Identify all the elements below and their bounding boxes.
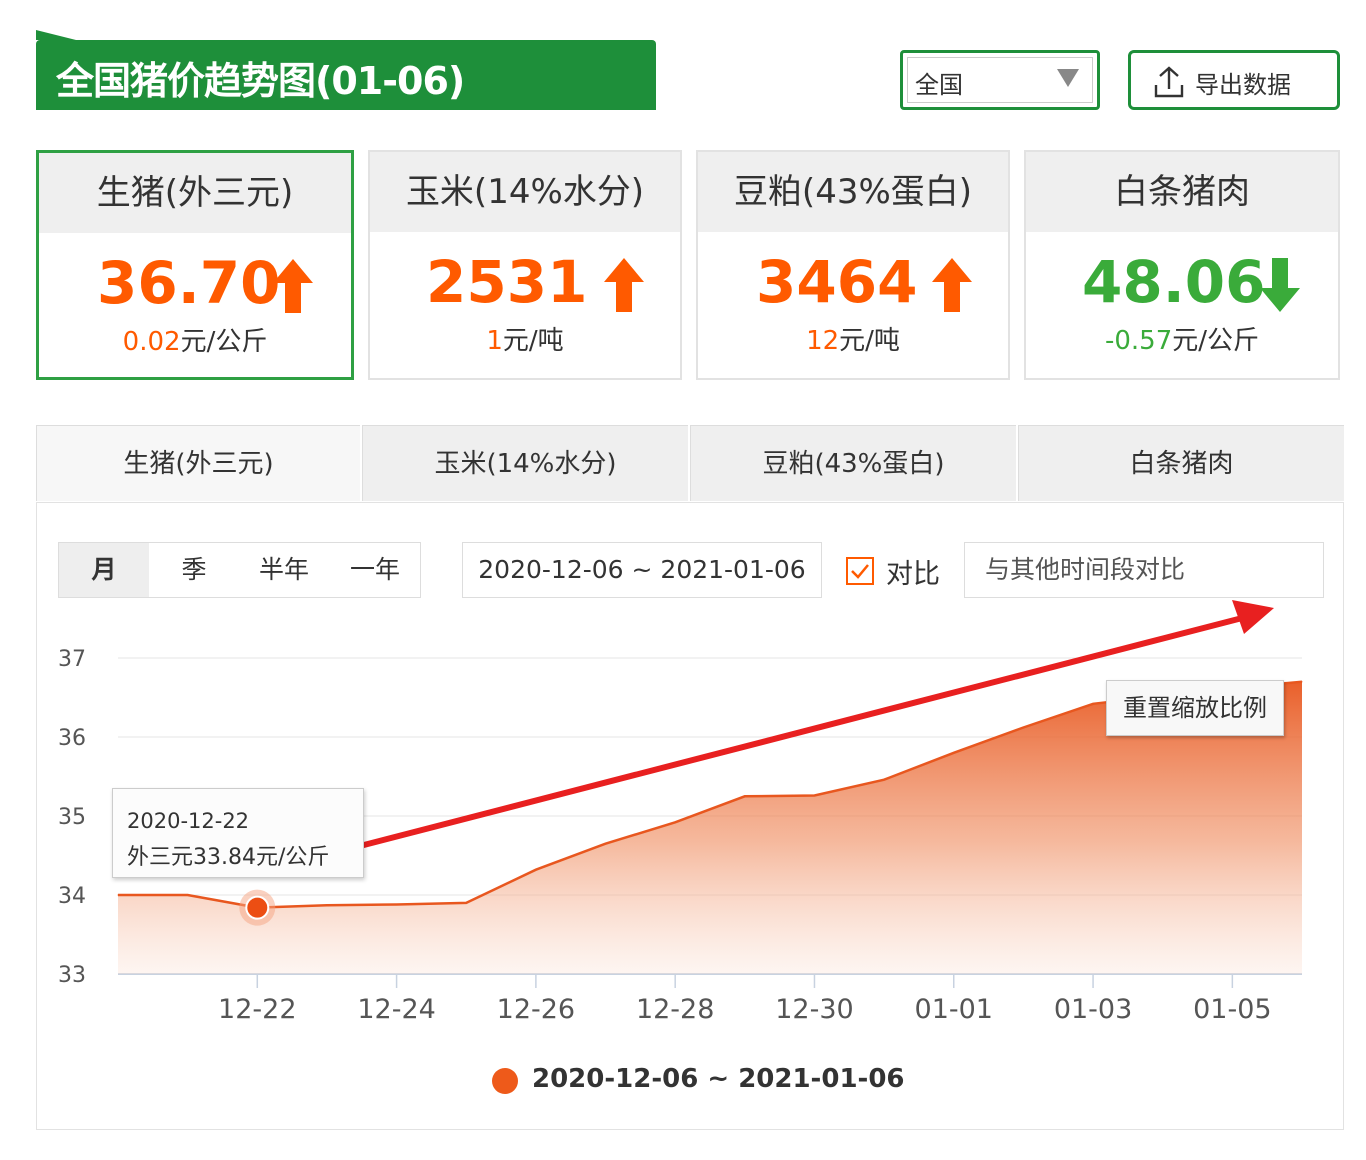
x-tick-label: 12-22 (218, 994, 296, 1025)
data-point[interactable] (465, 902, 467, 904)
chart-tooltip: 2020-12-22 外三元33.84元/公斤 (112, 788, 364, 878)
data-point[interactable] (535, 869, 537, 871)
tooltip-value: 外三元33.84元/公斤 (127, 845, 330, 870)
data-point[interactable] (744, 795, 746, 797)
x-tick-label: 01-03 (1054, 994, 1132, 1025)
data-point[interactable] (187, 894, 189, 896)
data-point[interactable] (396, 903, 398, 905)
data-point[interactable] (1022, 727, 1024, 729)
price-chart[interactable]: 33 34 35 36 37 12-22 12-24 12-26 12-28 12-30 01-0… (0, 0, 1366, 1160)
x-tick-label: 12-26 (497, 994, 575, 1025)
data-point[interactable] (326, 904, 328, 906)
highlighted-data-point[interactable] (245, 895, 270, 920)
x-tick-label: 01-05 (1193, 994, 1271, 1025)
x-tick-label: 12-24 (357, 994, 435, 1025)
x-tick-label: 01-01 (915, 994, 993, 1025)
y-tick-label: 37 (58, 647, 86, 672)
data-point[interactable] (1301, 681, 1303, 683)
reset-zoom-button[interactable]: 重置缩放比例 (1106, 680, 1284, 736)
legend-label: 2020-12-06 ~ 2021-01-06 (532, 1064, 905, 1094)
data-point[interactable] (605, 843, 607, 845)
data-point[interactable] (117, 894, 119, 896)
x-tick-label: 12-28 (636, 994, 714, 1025)
y-tick-label: 34 (58, 884, 86, 909)
legend-marker (492, 1068, 518, 1094)
tooltip-date: 2020-12-22 (127, 809, 250, 833)
y-tick-label: 33 (58, 963, 86, 988)
data-point[interactable] (953, 752, 955, 754)
y-tick-label: 36 (58, 726, 86, 751)
data-point[interactable] (1092, 703, 1094, 705)
data-point[interactable] (813, 794, 815, 796)
x-tick-label: 12-30 (775, 994, 853, 1025)
data-point[interactable] (674, 821, 676, 823)
data-point[interactable] (883, 779, 885, 781)
y-tick-label: 35 (58, 805, 86, 830)
